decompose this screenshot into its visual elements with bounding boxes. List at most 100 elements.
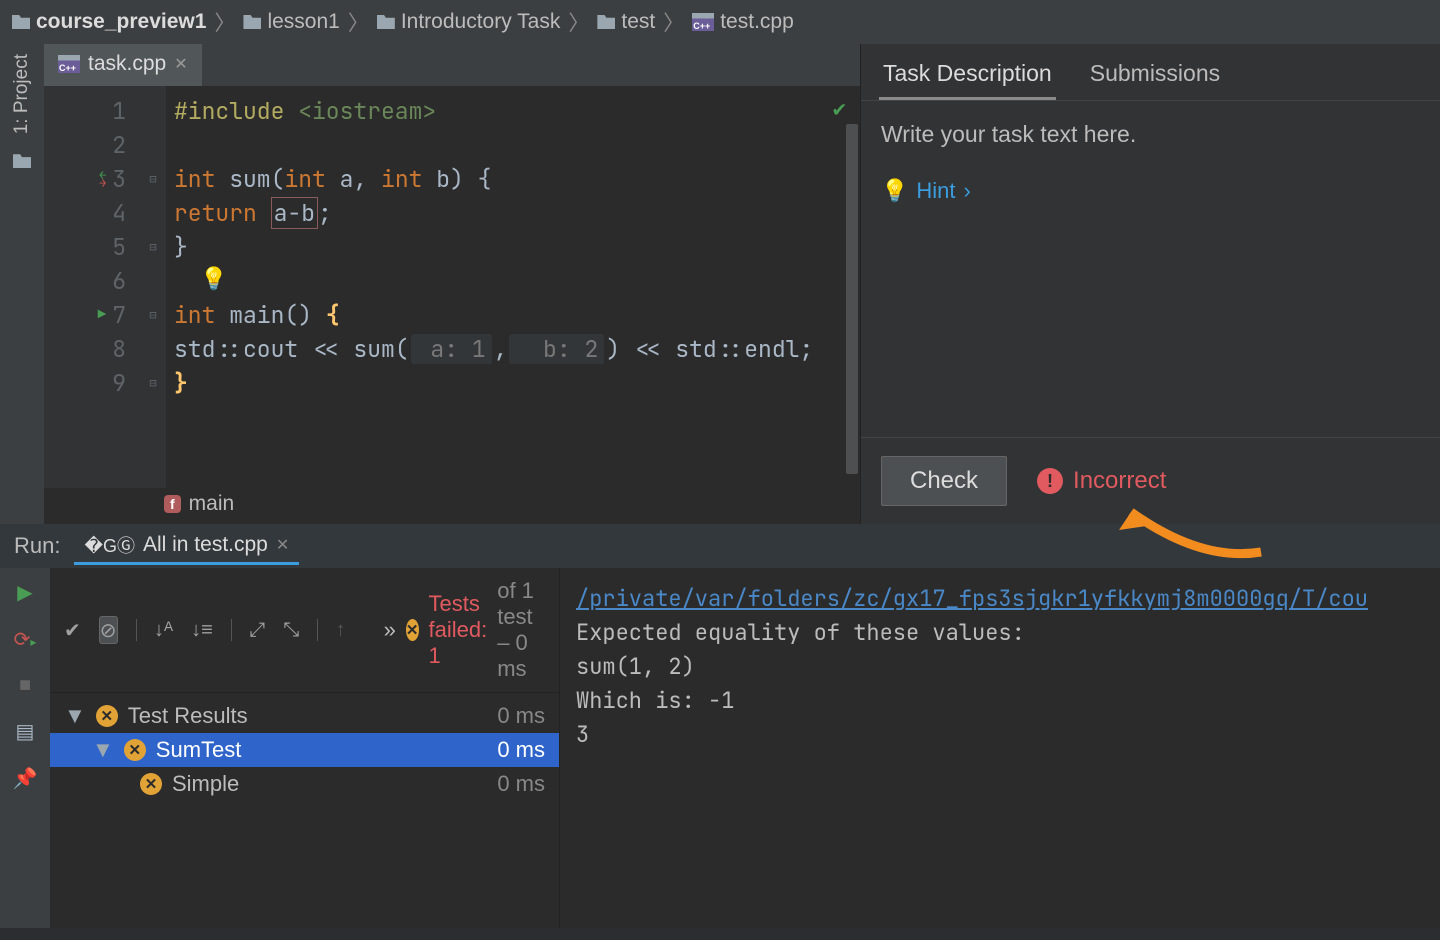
check-button[interactable]: Check — [881, 456, 1007, 506]
hint-label: Hint — [916, 178, 955, 204]
chevron-right-icon: 〉 — [568, 7, 589, 37]
fail-badge-icon: ✕ — [406, 619, 419, 641]
show-passed-icon[interactable]: ✔ — [64, 618, 81, 643]
breadcrumb-bar: course_preview1 〉 lesson1 〉 Introductory… — [0, 0, 1440, 44]
test-tree: ▼ ✕ Test Results 0 ms ▼ ✕ SumTest 0 ms ✕… — [50, 693, 559, 807]
error-icon: ! — [1037, 468, 1063, 494]
bulb-icon: 💡 — [881, 178, 908, 204]
fold-toggle[interactable]: ⊟ — [140, 230, 166, 264]
code-editor[interactable]: ✔ 1 2 ←→3 4 5 6 ▶7 8 9 ⊟ ⊟ ⊟ ⊟ — [44, 86, 860, 488]
run-config-tab[interactable]: �GⒼ All in test.cpp ✕ — [74, 528, 299, 565]
tree-toggle-icon[interactable]: ▼ — [64, 703, 86, 729]
folder-icon — [12, 15, 30, 29]
run-gutter-icon[interactable]: ▶ — [98, 306, 106, 324]
gtest-icon: �GⒼ — [84, 532, 134, 558]
fold-toggle[interactable]: ⊟ — [140, 162, 166, 196]
run-side-toolbar: ▶ ⟳▸ ■ ▤ 📌 — [0, 568, 50, 928]
console-line: 3 — [576, 718, 1424, 752]
tree-time: 0 ms — [497, 703, 545, 729]
editor-tab-bar: task.cpp ✕ — [44, 44, 860, 86]
breadcrumb-item[interactable]: lesson1 — [243, 10, 339, 34]
rerun-icon[interactable]: ▶ — [17, 580, 32, 605]
editor-breadcrumb-label: main — [189, 492, 235, 516]
breadcrumb-item[interactable]: test — [597, 10, 655, 34]
test-summary: » ✕ Tests failed: 1 of 1 test – 0 ms — [364, 578, 545, 682]
chevron-right-icon: › — [964, 178, 971, 204]
sort-by-duration-icon[interactable]: ↓≡ — [191, 619, 213, 642]
cpp-file-icon — [58, 55, 80, 73]
stop-icon[interactable]: ■ — [19, 674, 31, 697]
fail-badge-icon: ✕ — [140, 773, 162, 795]
folder-icon — [243, 15, 261, 29]
tab-submissions[interactable]: Submissions — [1086, 54, 1224, 100]
breadcrumb-label: course_preview1 — [36, 10, 206, 34]
console-path-link[interactable]: /private/var/folders/zc/gx17_fps3sjgkr1y… — [576, 584, 1368, 613]
run-label: Run: — [14, 533, 60, 559]
tab-filename: task.cpp — [88, 52, 166, 76]
test-tree-suite[interactable]: ▼ ✕ SumTest 0 ms — [50, 733, 559, 767]
folder-icon — [377, 15, 395, 29]
inlay-hint: b: 2 — [509, 334, 604, 364]
tree-label: Simple — [172, 771, 239, 797]
inlay-hint: a: 1 — [411, 334, 492, 364]
editor-tab[interactable]: task.cpp ✕ — [44, 44, 202, 86]
tree-time: 0 ms — [497, 771, 545, 797]
layout-icon[interactable]: ▤ — [16, 719, 35, 744]
breadcrumb-label: test.cpp — [720, 10, 794, 34]
tests-rest-text: of 1 test – 0 ms — [497, 578, 545, 682]
tests-failed-text: Tests failed: 1 — [429, 591, 488, 669]
change-marker-icon[interactable]: ←→ — [99, 171, 106, 187]
tree-toggle-icon[interactable]: ▼ — [92, 737, 114, 763]
test-toolbar: ✔ ⊘ ↓ᴬ ↓≡ ⤢ ⤡ ↑ » ✕ Tests failed: 1 of 1… — [50, 568, 559, 693]
pin-icon[interactable]: 📌 — [13, 766, 38, 791]
editor-breadcrumb[interactable]: f main — [44, 488, 860, 524]
fold-toggle[interactable]: ⊟ — [140, 366, 166, 400]
collapse-all-icon[interactable]: ⤡ — [283, 619, 299, 642]
tab-task-description[interactable]: Task Description — [879, 54, 1056, 100]
tree-time: 0 ms — [497, 737, 545, 763]
line-number-gutter: 1 2 ←→3 4 5 6 ▶7 8 9 — [44, 86, 140, 488]
show-ignored-icon[interactable]: ⊘ — [99, 616, 118, 644]
chevron-right-icon: 〉 — [214, 7, 235, 37]
tree-label: Test Results — [128, 703, 248, 729]
console-line: Expected equality of these values: — [576, 616, 1424, 650]
annotation-arrow — [1111, 502, 1271, 568]
run-tab-label: All in test.cpp — [143, 533, 268, 557]
console-line: sum(1, 2) — [576, 650, 1424, 684]
test-tree-root[interactable]: ▼ ✕ Test Results 0 ms — [50, 699, 559, 733]
cpp-file-icon — [692, 13, 714, 31]
test-tree-case[interactable]: ✕ Simple 0 ms — [50, 767, 559, 801]
task-panel: Task Description Submissions Write your … — [860, 44, 1440, 524]
console-line: Which is: -1 — [576, 684, 1424, 718]
close-icon[interactable]: ✕ — [276, 535, 289, 555]
intention-bulb-icon[interactable]: 💡 — [200, 264, 227, 293]
breadcrumb-label: Introductory Task — [401, 10, 561, 34]
breadcrumb-item[interactable]: Introductory Task — [377, 10, 561, 34]
breadcrumb-item[interactable]: course_preview1 — [12, 10, 206, 34]
task-text: Write your task text here. — [881, 121, 1420, 148]
code-area[interactable]: 💡 #include <iostream> int sum(int a, int… — [166, 86, 860, 488]
prev-icon[interactable]: ↑ — [336, 619, 346, 642]
close-icon[interactable]: ✕ — [174, 54, 187, 74]
fold-toggle[interactable]: ⊟ — [140, 298, 166, 332]
hint-toggle[interactable]: 💡 Hint › — [881, 178, 1420, 204]
chevron-right-icon: 〉 — [663, 7, 684, 37]
expand-all-icon[interactable]: ⤢ — [249, 619, 265, 642]
folder-icon — [597, 15, 615, 29]
breadcrumb-item[interactable]: test.cpp — [692, 10, 794, 34]
fold-gutter: ⊟ ⊟ ⊟ ⊟ — [140, 86, 166, 488]
chevron-right-icon: 〉 — [348, 7, 369, 37]
chevrons: » — [384, 617, 396, 643]
folder-icon — [13, 154, 31, 168]
rerun-failed-icon[interactable]: ⟳▸ — [14, 627, 37, 652]
fail-badge-icon: ✕ — [96, 705, 118, 727]
breadcrumb-label: test — [621, 10, 655, 34]
fail-badge-icon: ✕ — [124, 739, 146, 761]
test-console[interactable]: /private/var/folders/zc/gx17_fps3sjgkr1y… — [560, 568, 1440, 928]
check-status: ! Incorrect — [1037, 467, 1166, 495]
project-tool-window-button[interactable]: 1: Project — [11, 54, 33, 134]
status-label: Incorrect — [1073, 467, 1166, 495]
function-icon: f — [164, 495, 181, 513]
breadcrumb-label: lesson1 — [267, 10, 339, 34]
sort-icon[interactable]: ↓ᴬ — [154, 619, 173, 642]
